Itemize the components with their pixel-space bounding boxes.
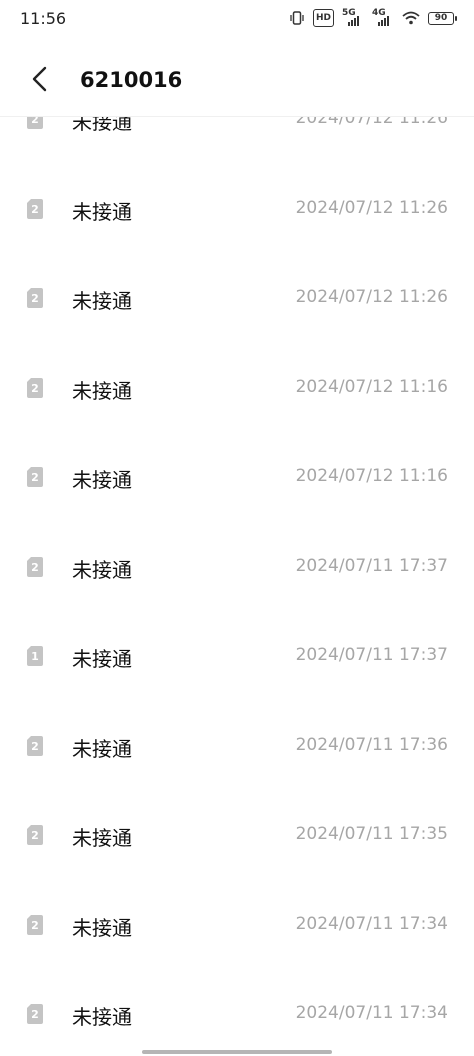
chevron-left-icon [32, 66, 47, 92]
sim-slot-number: 2 [31, 381, 39, 395]
call-timestamp: 2024/07/11 17:34 [295, 1003, 448, 1023]
sim-slot-number: 2 [31, 918, 39, 932]
signal-4g-icon: 4G [372, 8, 394, 26]
sim-card-icon: 2 [26, 735, 44, 757]
sim-card-icon: 2 [26, 116, 44, 130]
call-record-row[interactable]: 2 未接通 2024/07/12 11:16 [0, 433, 474, 522]
call-timestamp: 2024/07/11 17:37 [295, 645, 448, 665]
call-status: 未接通 [72, 199, 132, 224]
sim-slot-number: 2 [31, 116, 39, 126]
call-status: 未接通 [72, 116, 132, 134]
hd-voice-icon: HD [312, 9, 334, 27]
sim-slot-number: 1 [31, 650, 39, 663]
call-record-row[interactable]: 2 未接通 2024/07/12 11:16 [0, 344, 474, 433]
call-record-row[interactable]: 2 未接通 2024/07/11 17:37 [0, 523, 474, 612]
status-bar: 11:56 HD 5G 4G 90 [0, 0, 474, 38]
signal-5g-icon: 5G [342, 8, 364, 26]
call-record-row[interactable]: 2 未接通 2024/07/12 11:26 [0, 116, 474, 164]
call-status: 未接通 [72, 826, 132, 850]
call-timestamp: 2024/07/12 11:26 [295, 116, 448, 128]
sim-slot-number: 2 [31, 1008, 39, 1021]
battery-icon: 90 [428, 11, 457, 25]
sim-card-icon: 2 [26, 556, 44, 578]
sim-card-icon: 1 [26, 645, 44, 667]
call-status: 未接通 [72, 378, 132, 403]
call-status: 未接通 [72, 1005, 132, 1029]
sim-card-icon: 2 [26, 1003, 44, 1025]
header: 6210016 [0, 38, 474, 117]
sim-card-icon: 2 [26, 198, 44, 220]
call-record-row[interactable]: 2 未接通 2024/07/12 11:26 [0, 165, 474, 254]
call-timestamp: 2024/07/11 17:34 [295, 913, 448, 934]
call-timestamp: 2024/07/11 17:37 [295, 555, 448, 576]
call-record-row[interactable]: 2 未接通 2024/07/11 17:34 [0, 881, 474, 970]
call-record-row[interactable]: 2 未接通 2024/07/11 17:35 [0, 791, 474, 880]
sim-slot-number: 2 [31, 829, 39, 842]
call-status: 未接通 [72, 289, 132, 313]
call-record-row[interactable]: 2 未接通 2024/07/12 11:26 [0, 254, 474, 343]
sim-slot-number: 2 [31, 739, 39, 753]
sim-slot-number: 2 [31, 471, 39, 484]
sim-card-icon: 2 [26, 824, 44, 846]
call-history-list[interactable]: 2 未接通 2024/07/12 11:26 2 未接通 2024/07/12 11:26… [0, 116, 474, 1056]
sim-card-icon: 2 [26, 377, 44, 399]
sim-card-icon: 2 [26, 287, 44, 309]
call-status: 未接通 [72, 647, 132, 671]
sim-slot-number: 2 [31, 202, 39, 216]
home-indicator[interactable] [142, 1050, 332, 1054]
call-timestamp: 2024/07/11 17:36 [295, 734, 448, 755]
status-icons: HD 5G 4G 90 [289, 8, 457, 27]
call-timestamp: 2024/07/12 11:26 [295, 197, 448, 218]
call-status: 未接通 [72, 557, 132, 582]
call-timestamp: 2024/07/12 11:16 [295, 466, 448, 486]
vibrate-icon [289, 10, 305, 26]
call-status: 未接通 [72, 468, 132, 492]
back-button[interactable] [26, 62, 56, 96]
call-record-row[interactable]: 2 未接通 2024/07/11 17:34 [0, 970, 474, 1056]
sim-slot-number: 2 [31, 292, 39, 305]
sim-slot-number: 2 [31, 560, 39, 574]
status-time: 11:56 [20, 9, 67, 28]
call-status: 未接通 [72, 736, 132, 761]
call-timestamp: 2024/07/11 17:35 [295, 824, 448, 844]
wifi-icon [402, 10, 420, 26]
call-status: 未接通 [72, 915, 132, 940]
call-record-row[interactable]: 1 未接通 2024/07/11 17:37 [0, 612, 474, 701]
call-record-row[interactable]: 2 未接通 2024/07/11 17:36 [0, 702, 474, 791]
sim-card-icon: 2 [26, 466, 44, 488]
sim-card-icon: 2 [26, 914, 44, 936]
call-timestamp: 2024/07/12 11:16 [295, 376, 448, 397]
page-title: 6210016 [80, 68, 183, 92]
call-timestamp: 2024/07/12 11:26 [295, 287, 448, 307]
